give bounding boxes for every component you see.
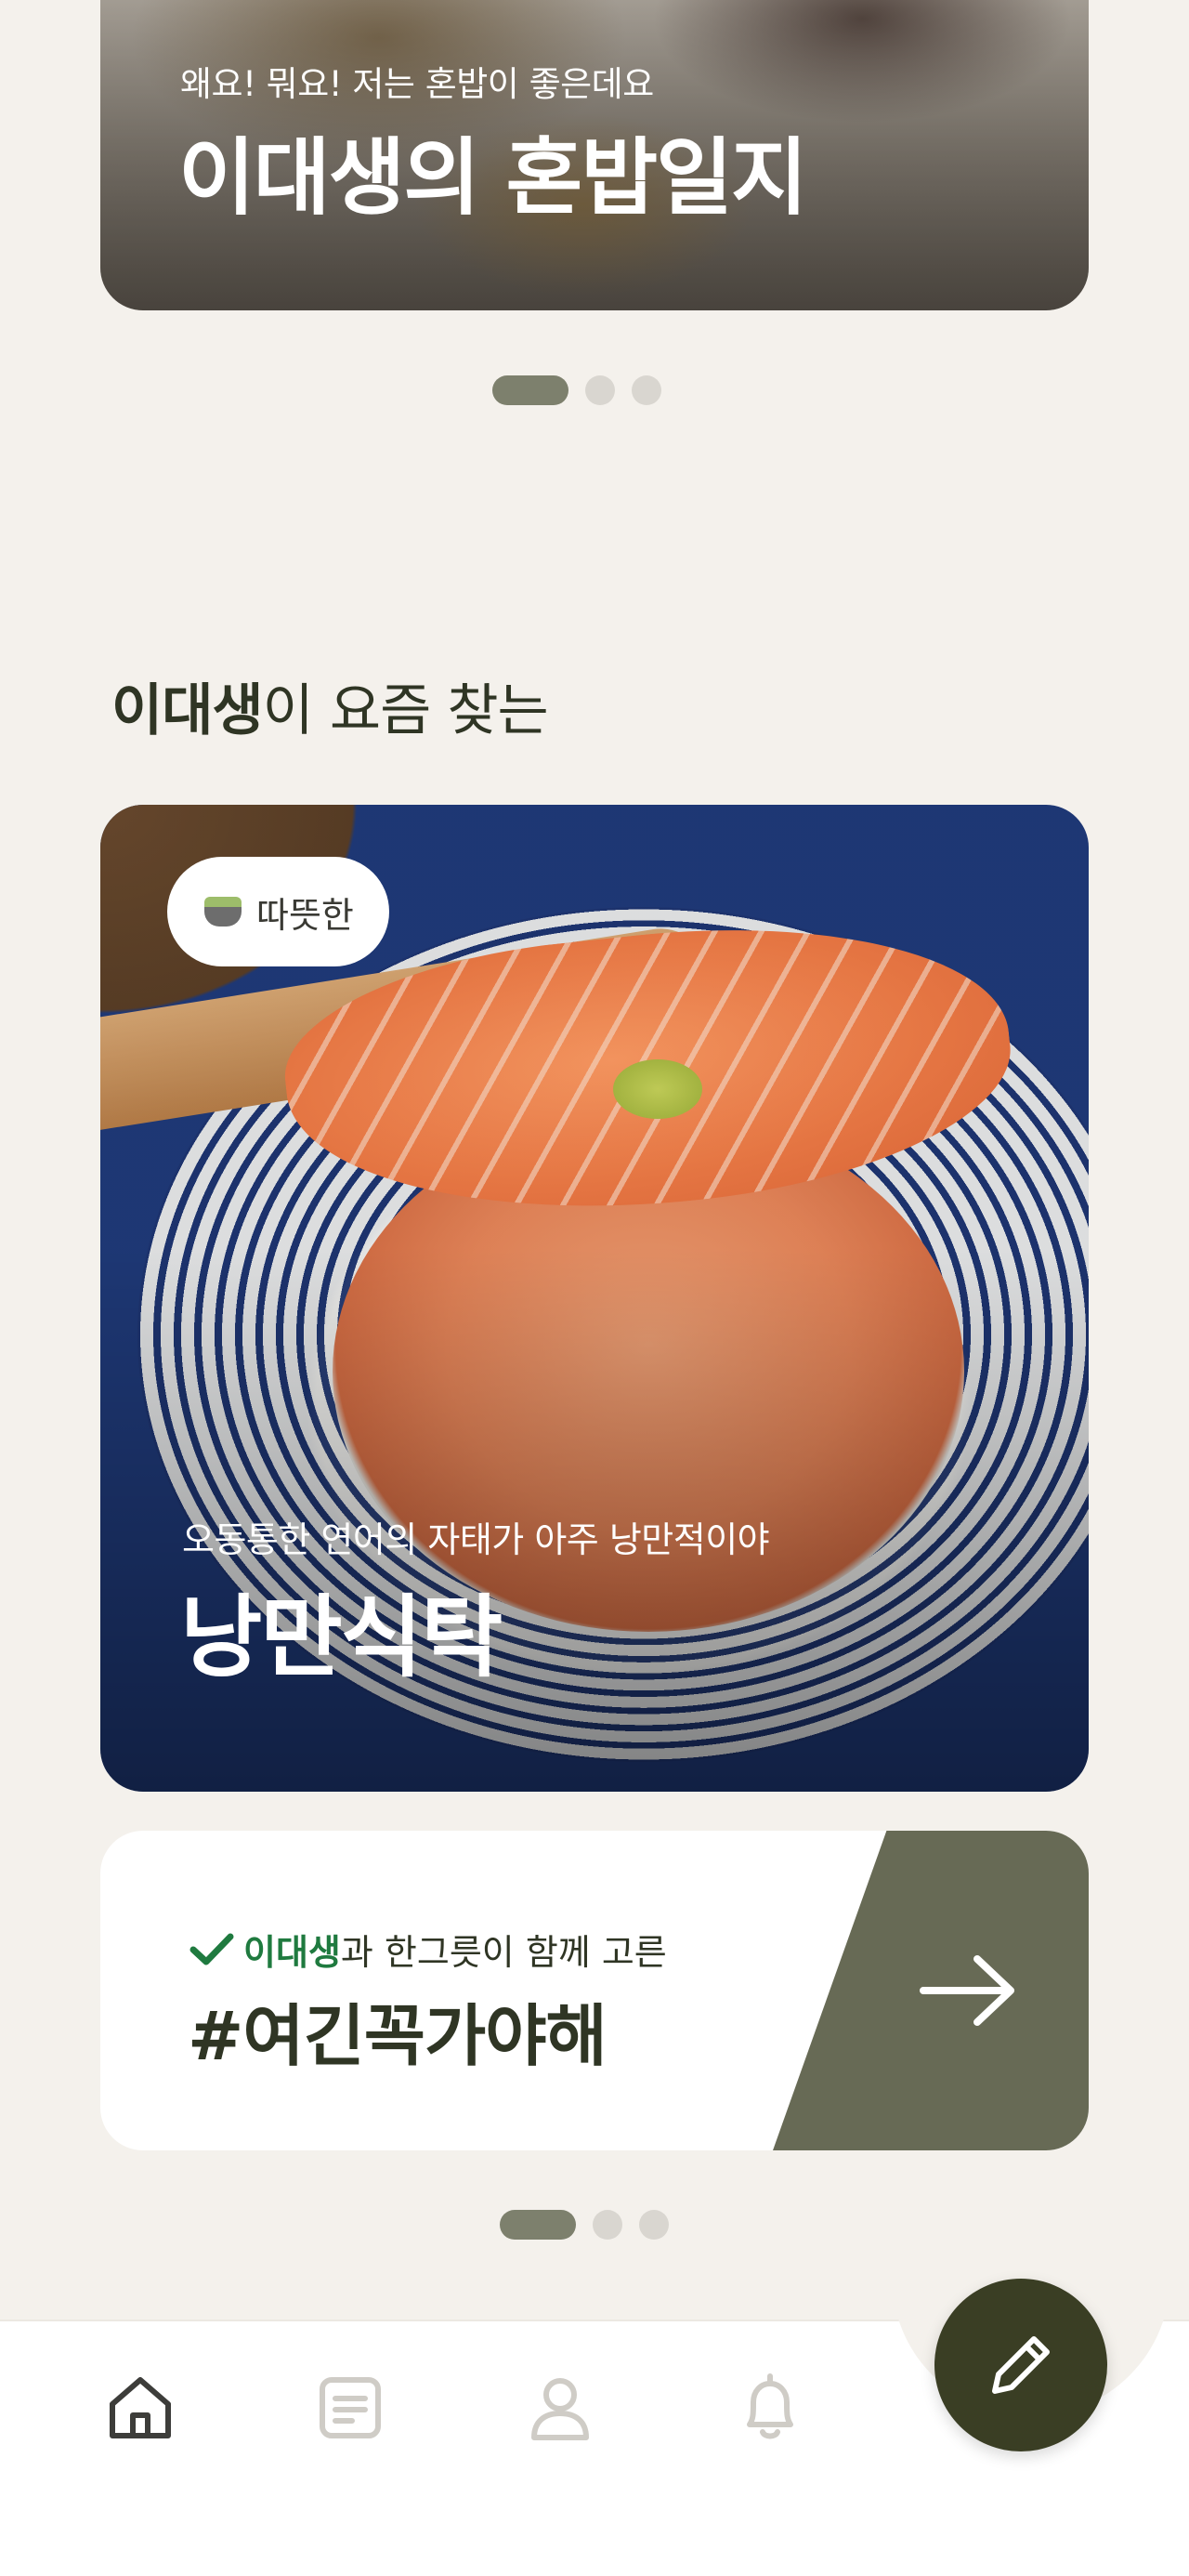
section-heading-highlight: 이대생	[111, 678, 264, 743]
nav-notifications[interactable]	[728, 2366, 812, 2450]
section-heading: 이대생이 요즘 찾는	[111, 665, 549, 746]
recommendation-subtitle-text: 과 한그릇이 함께 고른	[340, 1932, 667, 1973]
profile-icon	[531, 2378, 589, 2440]
tag-chip-label: 따뜻한	[256, 894, 354, 936]
write-post-button[interactable]	[934, 2279, 1107, 2451]
recommendation-subtitle: 이대생과 한그릇이 함께 고른	[189, 1924, 667, 1975]
banner-card[interactable]: 왜요! 뭐요! 저는 혼밥이 좋은데요 이대생의 혼밥일지	[100, 0, 1089, 310]
card-page-dot-2[interactable]	[593, 2210, 622, 2240]
home-icon	[110, 2377, 171, 2438]
recommendation-title: #여긴꼭가야해	[188, 1997, 608, 2075]
nav-home[interactable]	[98, 2366, 182, 2450]
banner-pagination	[492, 375, 661, 405]
featured-restaurant-card[interactable]: 따뜻한 오동통한 연어의 자태가 아주 낭만적이야 낭만식탁	[100, 805, 1089, 1792]
nav-profile[interactable]	[518, 2366, 602, 2450]
featured-subtitle: 오동통한 연어의 자태가 아주 낭만적이야	[182, 1519, 770, 1560]
section-heading-text: 이 요즘 찾는	[262, 678, 549, 743]
check-icon	[189, 1933, 234, 1965]
recommendation-highlight: 이대생	[243, 1932, 341, 1973]
banner-subtitle: 왜요! 뭐요! 저는 혼밥이 좋은데요	[180, 64, 654, 104]
tag-chip[interactable]: 따뜻한	[167, 857, 389, 966]
document-icon	[320, 2377, 381, 2438]
card-pagination	[500, 2210, 669, 2240]
featured-title: 낭만식탁	[180, 1585, 503, 1689]
arrow-right-icon[interactable]	[918, 1952, 1020, 2030]
bell-icon	[747, 2373, 793, 2439]
recommendation-card[interactable]: 이대생과 한그릇이 함께 고른 #여긴꼭가야해	[100, 1831, 1089, 2150]
card-page-dot-3[interactable]	[639, 2210, 669, 2240]
banner-title: 이대생의 혼밥일지	[178, 129, 808, 227]
banner-page-dot-2[interactable]	[585, 375, 615, 405]
card-page-dot-1[interactable]	[500, 2210, 576, 2240]
pencil-icon	[992, 2336, 1050, 2394]
nav-posts[interactable]	[308, 2366, 392, 2450]
banner-page-dot-3[interactable]	[632, 375, 661, 405]
tea-cup-icon	[204, 897, 242, 927]
banner-page-dot-1[interactable]	[492, 375, 568, 405]
